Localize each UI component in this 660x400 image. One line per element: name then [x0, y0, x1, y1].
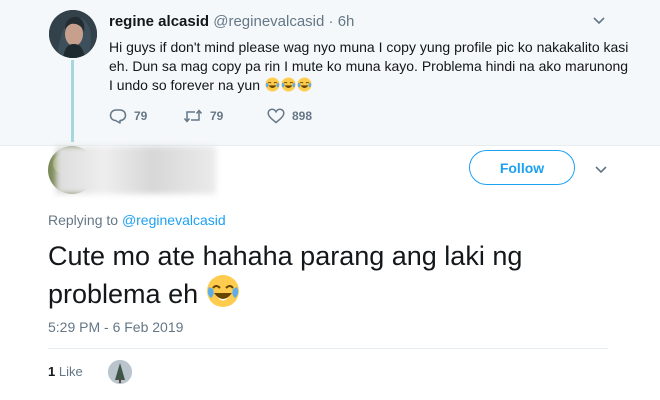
liker-avatar[interactable] [108, 360, 132, 384]
face-with-tears-of-joy-icon [265, 77, 280, 92]
follow-button[interactable]: Follow [469, 150, 575, 185]
reply-button[interactable]: 79 [109, 108, 183, 124]
like-button[interactable]: 898 [267, 108, 312, 124]
reply-icon [109, 109, 127, 124]
parent-tweet-text: Hi guys if don't mind please wag nyo mun… [109, 38, 629, 95]
face-with-tears-of-joy-icon [281, 77, 296, 92]
parent-display-name[interactable]: regine alcasid [109, 13, 209, 30]
likes-count: 1 [48, 364, 56, 379]
chevron-down-icon[interactable] [594, 163, 608, 175]
likes-summary[interactable]: 1 Like [48, 364, 83, 379]
thread-line [71, 60, 74, 142]
likes-label: Like [58, 364, 83, 379]
replying-to-handle[interactable]: @reginevalcasid [122, 212, 226, 228]
replying-to-label: Replying to [48, 212, 119, 228]
divider [48, 348, 608, 349]
like-count: 898 [292, 109, 313, 123]
main-tweet-text: Cute mo ate hahaha parang ang laki ng pr… [48, 238, 588, 312]
header-separator: · [328, 13, 334, 30]
parent-handle[interactable]: @reginevalcasid [213, 13, 324, 30]
reply-count: 79 [134, 109, 148, 123]
face-with-tears-of-joy-icon [206, 274, 240, 308]
replying-to: Replying to @reginevalcasid [48, 212, 226, 228]
retweet-count: 79 [210, 109, 224, 123]
tweet-timestamp[interactable]: 5:29 PM - 6 Feb 2019 [48, 319, 183, 335]
face-with-tears-of-joy-icon [297, 77, 312, 92]
parent-time[interactable]: 6h [338, 13, 355, 30]
retweet-icon [183, 109, 203, 123]
parent-tweet[interactable]: regine alcasid @reginevalcasid · 6h Hi g… [0, 0, 660, 146]
heart-icon [267, 108, 285, 124]
parent-tweet-actions: 79 79 898 [109, 106, 312, 126]
chevron-down-icon[interactable] [592, 14, 606, 26]
redacted-author-name [56, 146, 216, 194]
retweet-button[interactable]: 79 [183, 108, 267, 124]
parent-avatar[interactable] [49, 10, 97, 58]
main-tweet-body: Cute mo ate hahaha parang ang laki ng pr… [48, 241, 523, 309]
parent-tweet-header: regine alcasid @reginevalcasid · 6h [109, 13, 354, 30]
parent-tweet-body: Hi guys if don't mind please wag nyo mun… [109, 39, 629, 93]
